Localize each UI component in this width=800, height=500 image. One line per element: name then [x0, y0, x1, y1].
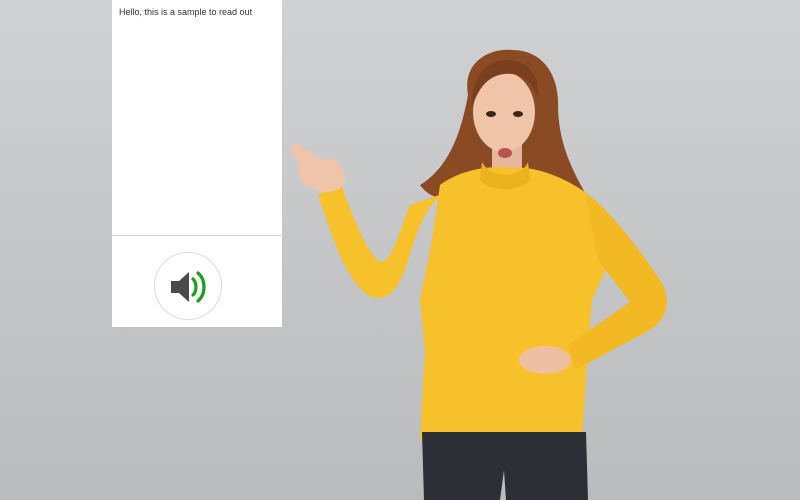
speak-button[interactable]: [154, 252, 222, 320]
right-eye: [513, 111, 523, 117]
sound-wave-outer: [196, 271, 206, 303]
pointing-hand: [290, 143, 345, 193]
player-controls: [112, 236, 282, 327]
speaker-cone: [171, 272, 189, 302]
hip-hand: [519, 346, 571, 374]
speaker-volume-icon: [171, 271, 206, 303]
text-display-area: Hello, this is a sample to read out: [112, 0, 282, 236]
left-eye: [486, 111, 496, 117]
jeans: [422, 432, 588, 500]
sweater-body: [420, 167, 610, 440]
sound-wave-inner: [191, 277, 198, 297]
mouth: [498, 148, 512, 158]
text-to-speech-panel: Hello, this is a sample to read out: [112, 0, 282, 327]
sample-text: Hello, this is a sample to read out: [119, 7, 253, 17]
